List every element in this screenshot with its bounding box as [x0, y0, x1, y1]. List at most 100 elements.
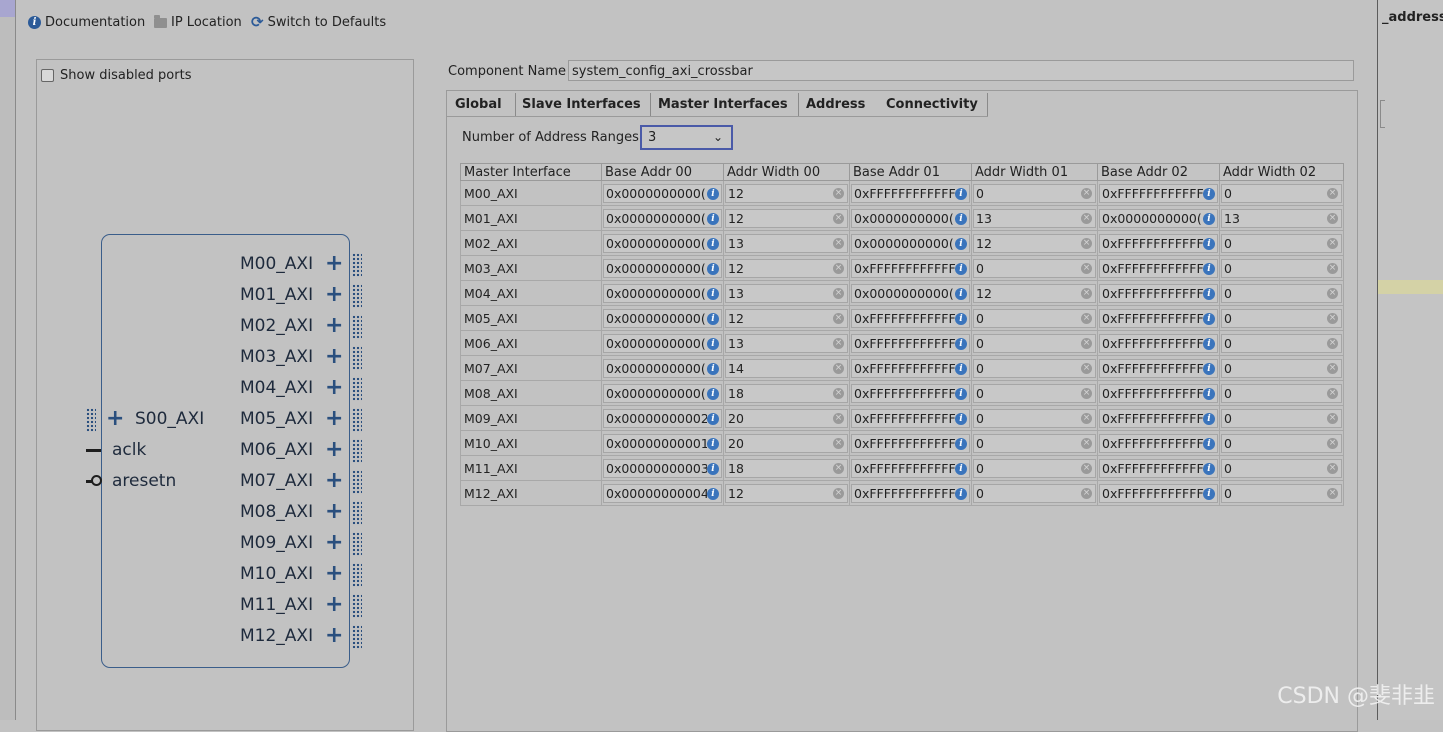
addr-width-input[interactable]: 20 × [725, 408, 848, 428]
documentation-button[interactable]: i Documentation [28, 15, 145, 30]
clear-icon[interactable]: × [1081, 287, 1092, 299]
info-icon[interactable]: i [955, 187, 967, 200]
addr-width-input[interactable]: 0 × [973, 433, 1096, 453]
port-m03-axi[interactable]: M03_AXI [240, 347, 313, 367]
clear-icon[interactable]: × [1327, 237, 1338, 249]
ip-location-button[interactable]: IP Location [154, 14, 242, 30]
clear-icon[interactable]: × [1081, 262, 1092, 274]
base-addr-input[interactable]: 0x0000000000(i [603, 333, 722, 353]
base-addr-input[interactable]: 0x0000000000(i [603, 358, 722, 378]
clear-icon[interactable]: × [1327, 337, 1338, 349]
addr-width-input[interactable]: 13 × [725, 333, 848, 353]
port-m04-axi[interactable]: M04_AXI [240, 378, 313, 398]
base-addr-input[interactable]: 0xFFFFFFFFFFFF i [1099, 483, 1218, 503]
clear-icon[interactable]: × [1327, 212, 1338, 224]
addr-width-input[interactable]: 12 × [725, 308, 848, 328]
base-addr-input[interactable]: 0xFFFFFFFFFFFF i [851, 308, 970, 328]
info-icon[interactable]: i [955, 212, 967, 225]
info-icon[interactable]: i [707, 237, 719, 250]
base-addr-input[interactable]: 0xFFFFFFFFFFFF i [851, 358, 970, 378]
info-icon[interactable]: i [707, 362, 719, 375]
addr-width-input[interactable]: 12 × [725, 258, 848, 278]
tab-global[interactable]: Global [455, 93, 502, 116]
info-icon[interactable]: i [955, 387, 967, 400]
clear-icon[interactable]: × [1081, 212, 1092, 224]
info-icon[interactable]: i [1203, 337, 1215, 350]
port-m02-axi[interactable]: M02_AXI [240, 316, 313, 336]
expand-plus-icon[interactable]: + [325, 408, 343, 430]
expand-plus-icon[interactable]: + [325, 284, 343, 306]
info-icon[interactable]: i [955, 337, 967, 350]
addr-width-input[interactable]: 0 × [973, 258, 1096, 278]
base-addr-input[interactable]: 0x0000000000(i [603, 383, 722, 403]
port-m12-axi[interactable]: M12_AXI [240, 626, 313, 646]
addr-width-input[interactable]: 0 × [973, 383, 1096, 403]
addr-width-input[interactable]: 0 × [973, 483, 1096, 503]
clear-icon[interactable]: × [833, 337, 844, 349]
addr-width-input[interactable]: 0 × [1221, 233, 1342, 253]
clear-icon[interactable]: × [833, 362, 844, 374]
port-aresetn[interactable]: aresetn [112, 471, 176, 491]
info-icon[interactable]: i [1203, 462, 1215, 475]
addr-width-input[interactable]: 12 × [725, 483, 848, 503]
base-addr-input[interactable]: 0xFFFFFFFFFFFF i [851, 258, 970, 278]
clear-icon[interactable]: × [1327, 262, 1338, 274]
clear-icon[interactable]: × [833, 437, 844, 449]
column-header[interactable]: Addr Width 01 [971, 163, 1098, 181]
port-s00-axi[interactable]: S00_AXI [135, 409, 204, 429]
info-icon[interactable]: i [707, 262, 719, 275]
base-addr-input[interactable]: 0x0000000000(i [851, 233, 970, 253]
base-addr-input[interactable]: 0x0000000000(i [603, 208, 722, 228]
addr-width-input[interactable]: 18 × [725, 383, 848, 403]
base-addr-input[interactable]: 0x0000000000(i [603, 308, 722, 328]
port-m01-axi[interactable]: M01_AXI [240, 285, 313, 305]
base-addr-input[interactable]: 0xFFFFFFFFFFFF i [851, 433, 970, 453]
component-name-input[interactable]: system_config_axi_crossbar [568, 60, 1354, 81]
clear-icon[interactable]: × [833, 462, 844, 474]
base-addr-input[interactable]: 0xFFFFFFFFFFFF i [851, 183, 970, 203]
info-icon[interactable]: i [1203, 362, 1215, 375]
info-icon[interactable]: i [707, 212, 719, 225]
info-icon[interactable]: i [1203, 387, 1215, 400]
addr-width-input[interactable]: 12 × [725, 208, 848, 228]
column-header[interactable]: Base Addr 01 [849, 163, 972, 181]
info-icon[interactable]: i [707, 462, 719, 475]
addr-width-input[interactable]: 0 × [973, 333, 1096, 353]
base-addr-input[interactable]: 0x00000000004 i [603, 483, 722, 503]
clear-icon[interactable]: × [1081, 437, 1092, 449]
base-addr-input[interactable]: 0xFFFFFFFFFFFF i [1099, 458, 1218, 478]
info-icon[interactable]: i [1203, 487, 1215, 500]
info-icon[interactable]: i [707, 337, 719, 350]
column-header[interactable]: Addr Width 00 [723, 163, 850, 181]
expand-plus-icon[interactable]: + [325, 532, 343, 554]
expand-plus-icon[interactable]: + [106, 408, 124, 430]
info-icon[interactable]: i [1203, 287, 1215, 300]
clear-icon[interactable]: × [1081, 187, 1092, 199]
addr-width-input[interactable]: 0 × [973, 408, 1096, 428]
info-icon[interactable]: i [707, 487, 719, 500]
port-m06-axi[interactable]: M06_AXI [240, 440, 313, 460]
clear-icon[interactable]: × [1327, 387, 1338, 399]
addr-width-input[interactable]: 0 × [973, 183, 1096, 203]
base-addr-input[interactable]: 0xFFFFFFFFFFFF i [851, 483, 970, 503]
switch-to-defaults-button[interactable]: ⟳ Switch to Defaults [251, 15, 386, 31]
clear-icon[interactable]: × [1081, 462, 1092, 474]
info-icon[interactable]: i [707, 187, 719, 200]
clear-icon[interactable]: × [1327, 437, 1338, 449]
base-addr-input[interactable]: 0xFFFFFFFFFFFF i [1099, 258, 1218, 278]
addr-width-input[interactable]: 12 × [973, 233, 1096, 253]
info-icon[interactable]: i [707, 437, 719, 450]
clear-icon[interactable]: × [833, 187, 844, 199]
column-header[interactable]: Base Addr 02 [1097, 163, 1220, 181]
tab-address[interactable]: Address [806, 93, 865, 116]
port-m11-axi[interactable]: M11_AXI [240, 595, 313, 615]
info-icon[interactable]: i [1203, 237, 1215, 250]
info-icon[interactable]: i [955, 462, 967, 475]
addr-width-input[interactable]: 0 × [1221, 383, 1342, 403]
addr-width-input[interactable]: 0 × [1221, 283, 1342, 303]
info-icon[interactable]: i [955, 487, 967, 500]
column-header[interactable]: Addr Width 02 [1219, 163, 1344, 181]
base-addr-input[interactable]: 0xFFFFFFFFFFFF i [851, 408, 970, 428]
info-icon[interactable]: i [1203, 187, 1215, 200]
info-icon[interactable]: i [707, 412, 719, 425]
